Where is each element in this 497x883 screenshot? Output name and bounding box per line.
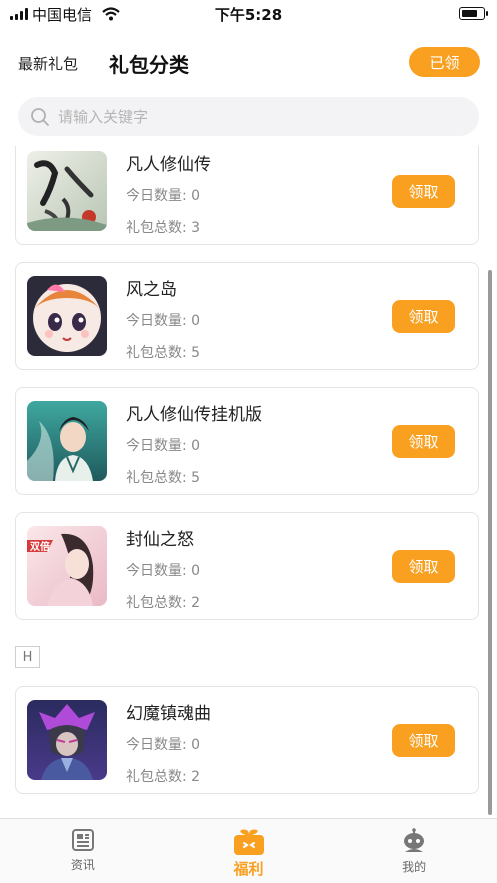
- today-count: 今日数量: 0: [126, 563, 201, 579]
- status-bar: 中国电信 下午5:28: [0, 0, 497, 28]
- carrier-label: 中国电信: [32, 5, 93, 24]
- game-card[interactable]: 风之岛 今日数量: 0 礼包总数: 5 领取: [15, 262, 479, 370]
- news-icon: [71, 829, 94, 851]
- game-card[interactable]: 凡人修仙传 今日数量: 0 礼包总数: 3 领取: [15, 146, 479, 245]
- claim-button[interactable]: 领取: [392, 300, 455, 333]
- fanren-guaji-icon: [27, 401, 107, 481]
- wifi-icon: [102, 7, 120, 21]
- tab-label: 福利: [233, 860, 264, 878]
- game-name: 凡人修仙传: [126, 155, 211, 175]
- signal-icon: [10, 8, 28, 20]
- tab-news[interactable]: 资讯: [0, 819, 166, 883]
- search-input[interactable]: [58, 107, 438, 126]
- scrollbar[interactable]: [488, 270, 492, 815]
- claim-button[interactable]: 领取: [392, 175, 455, 208]
- battery-icon: [459, 7, 488, 20]
- total-count: 礼包总数: 3: [126, 220, 201, 236]
- tab-welfare[interactable]: 福利: [166, 819, 332, 883]
- gift-list[interactable]: 凡人修仙传 今日数量: 0 礼包总数: 3 领取 风之岛 今日数量: 0 礼包总…: [0, 146, 497, 818]
- search-icon: [31, 107, 49, 126]
- double-badge: 双倍: [30, 540, 50, 553]
- today-count: 今日数量: 0: [126, 438, 201, 454]
- status-left: 中国电信: [10, 4, 120, 25]
- claim-button[interactable]: 领取: [392, 724, 455, 757]
- tab-gift-category[interactable]: 礼包分类: [109, 49, 189, 78]
- game-card[interactable]: 凡人修仙传挂机版 今日数量: 0 礼包总数: 5 领取: [15, 387, 479, 495]
- header: 最新礼包 礼包分类 已领: [0, 44, 497, 84]
- profile-icon: [404, 828, 425, 852]
- claim-button[interactable]: 领取: [392, 550, 455, 583]
- fengzhidao-icon: [27, 276, 107, 356]
- game-name: 封仙之怒: [126, 530, 194, 550]
- total-count: 礼包总数: 2: [126, 769, 201, 785]
- total-count: 礼包总数: 5: [126, 470, 201, 486]
- game-name: 凡人修仙传挂机版: [126, 405, 262, 425]
- tab-profile[interactable]: 我的: [331, 819, 497, 883]
- claimed-button[interactable]: 已领: [409, 47, 480, 77]
- huanmo-icon: [27, 700, 107, 780]
- game-card[interactable]: 双倍 封仙之怒 今日数量: 0 礼包总数: 2 领取: [15, 512, 479, 620]
- tab-label: 资讯: [70, 858, 95, 872]
- gift-icon: [233, 829, 264, 855]
- game-name: 幻魔镇魂曲: [126, 704, 211, 724]
- today-count: 今日数量: 0: [126, 313, 201, 329]
- game-card[interactable]: 幻魔镇魂曲 今日数量: 0 礼包总数: 2 领取: [15, 686, 479, 794]
- game-name: 风之岛: [126, 280, 177, 300]
- fengxian-icon: 双倍: [27, 526, 107, 606]
- claim-button[interactable]: 领取: [392, 425, 455, 458]
- tab-label: 我的: [402, 860, 427, 874]
- fanren-xiuxian-icon: [27, 151, 107, 231]
- today-count: 今日数量: 0: [126, 737, 201, 753]
- total-count: 礼包总数: 2: [126, 595, 201, 611]
- bottom-tab-bar: 资讯 福利 我的: [0, 818, 497, 883]
- search-bar[interactable]: [18, 97, 479, 136]
- total-count: 礼包总数: 5: [126, 345, 201, 361]
- tab-latest-gifts[interactable]: 最新礼包: [18, 53, 78, 74]
- today-count: 今日数量: 0: [126, 188, 201, 204]
- section-index-letter: H: [15, 646, 40, 668]
